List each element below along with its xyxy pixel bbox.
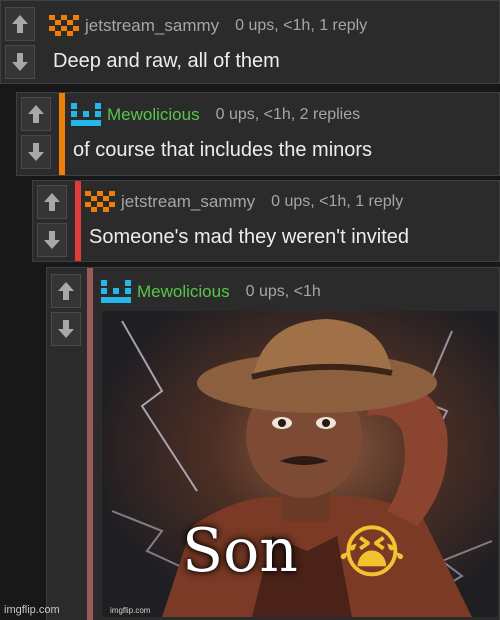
thread-bar-orange xyxy=(59,93,65,175)
orange-face-icon xyxy=(49,15,79,36)
thread-bar-muted xyxy=(87,268,93,620)
comment-header: Mewolicious 0 ups, <1h xyxy=(101,280,321,304)
comment-header: jetstream_sammy 0 ups, <1h, 1 reply xyxy=(85,191,403,213)
comment-header: Mewolicious 0 ups, <1h, 2 replies xyxy=(71,103,360,127)
upvote-button[interactable] xyxy=(21,97,51,131)
comment-2: Mewolicious 0 ups, <1h, 2 replies of cou… xyxy=(16,92,500,176)
downvote-button[interactable] xyxy=(51,312,81,346)
downvote-button[interactable] xyxy=(21,135,51,169)
comment-text: Deep and raw, all of them xyxy=(53,50,280,72)
meme-caption: Son xyxy=(182,516,298,586)
arrow-up-icon xyxy=(58,282,74,300)
arrow-down-icon xyxy=(12,53,28,71)
crying-emoji: 😭 xyxy=(338,518,406,586)
thread-bar-red xyxy=(75,181,81,261)
arrow-up-icon xyxy=(44,193,60,211)
arrow-down-icon xyxy=(58,320,74,338)
comment-text: Someone's mad they weren't invited xyxy=(89,226,410,248)
arrow-down-icon xyxy=(44,231,60,249)
upvote-button[interactable] xyxy=(37,185,67,219)
comment-meta: 0 ups, <1h, 2 replies xyxy=(215,106,361,123)
vote-column xyxy=(1,1,39,83)
site-watermark: imgflip.com xyxy=(4,604,60,616)
comment-meta: 0 ups, <1h, 1 reply xyxy=(271,193,404,210)
meme-image[interactable]: Son 😭 imgflip.com xyxy=(102,311,498,617)
username-link[interactable]: Mewolicious xyxy=(107,105,200,125)
arrow-up-icon xyxy=(28,105,44,123)
comment-header: jetstream_sammy 0 ups, <1h, 1 reply xyxy=(49,15,367,37)
upvote-button[interactable] xyxy=(5,7,35,41)
downvote-button[interactable] xyxy=(37,223,67,257)
upvote-button[interactable] xyxy=(51,274,81,308)
downvote-button[interactable] xyxy=(5,45,35,79)
orange-face-icon xyxy=(85,191,115,212)
username-link[interactable]: jetstream_sammy xyxy=(121,192,255,212)
blue-face-icon xyxy=(71,103,101,126)
username-link[interactable]: Mewolicious xyxy=(137,282,230,302)
comment-text: of course that includes the minors xyxy=(73,139,373,161)
meme-small-watermark: imgflip.com xyxy=(110,606,151,615)
comment-meta: 0 ups, <1h xyxy=(245,283,321,300)
username-link[interactable]: jetstream_sammy xyxy=(85,16,219,36)
comment-3: jetstream_sammy 0 ups, <1h, 1 reply Some… xyxy=(32,180,500,262)
comment-1: jetstream_sammy 0 ups, <1h, 1 reply Deep… xyxy=(0,0,500,84)
arrow-down-icon xyxy=(28,143,44,161)
vote-column xyxy=(47,268,85,620)
comment-meta: 0 ups, <1h, 1 reply xyxy=(235,17,368,34)
meme-illustration xyxy=(111,319,493,617)
vote-column xyxy=(33,181,71,261)
vote-column xyxy=(17,93,55,175)
arrow-up-icon xyxy=(12,15,28,33)
blue-face-icon xyxy=(101,280,131,303)
